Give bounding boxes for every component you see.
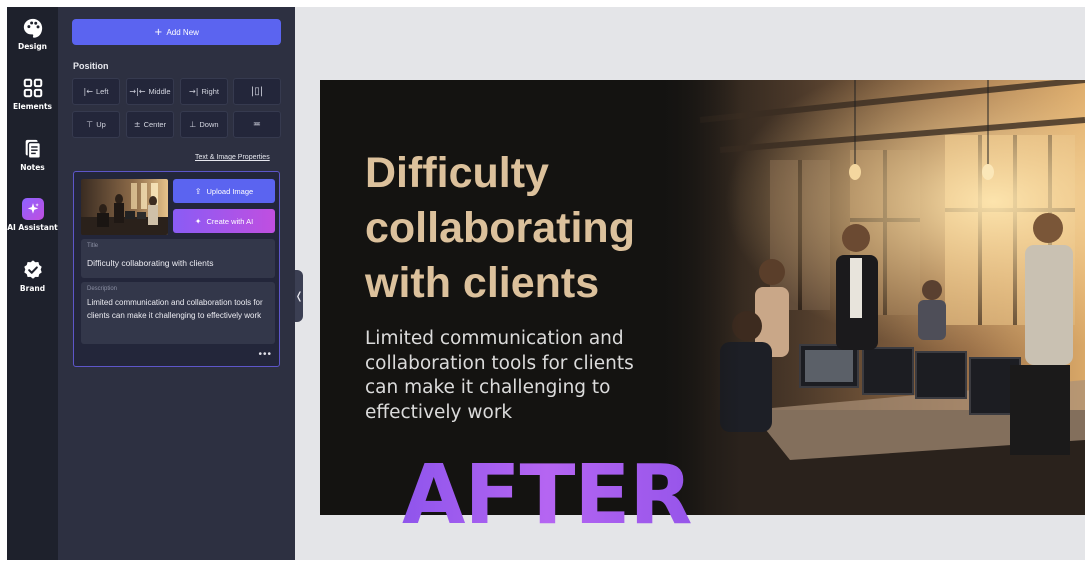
rail-item-design[interactable]: Design	[7, 17, 58, 51]
position-down-button[interactable]: ⊥ Down	[180, 111, 228, 138]
align-middle-icon: →|←	[129, 87, 146, 96]
distribute-horizontal-button[interactable]: |▯|	[233, 78, 281, 105]
position-middle-button[interactable]: →|← Middle	[126, 78, 174, 105]
rail-item-elements[interactable]: Elements	[7, 77, 58, 111]
title-field-label: Title	[87, 243, 99, 249]
rail-label-ai-assistant: AI Assistant	[7, 223, 58, 232]
grid-icon	[23, 78, 42, 98]
properties-panel: + Add New Position |← Left →|← Middle →|…	[58, 7, 295, 560]
position-up-button[interactable]: ⊤ Up	[72, 111, 120, 138]
align-top-icon: ⊤	[86, 120, 94, 129]
slide-title[interactable]: Difficulty collaborating with clients	[365, 146, 705, 311]
position-right-label: Right	[201, 87, 219, 96]
create-with-ai-label: Create with AI	[206, 216, 254, 226]
rail-label-notes: Notes	[20, 163, 45, 172]
align-left-icon: |←	[83, 87, 93, 96]
app-frame: Design Elements Notes AI Assistant Brand…	[7, 7, 1085, 560]
rail-label-brand: Brand	[19, 284, 46, 293]
distribute-horizontal-icon: |▯|	[250, 86, 264, 97]
notes-icon	[25, 139, 41, 159]
align-right-icon: →|	[189, 87, 199, 96]
align-center-icon: ±	[133, 120, 141, 129]
collapse-panel-handle[interactable]: ❬	[295, 270, 303, 322]
rail-item-ai-assistant[interactable]: AI Assistant	[7, 198, 58, 232]
upload-image-label: Upload Image	[206, 186, 254, 196]
title-field-value: Difficulty collaborating with clients	[87, 258, 214, 268]
rail-item-brand[interactable]: Brand	[7, 259, 58, 293]
palette-icon	[23, 18, 42, 38]
position-up-label: Up	[96, 120, 106, 129]
description-field-value: Limited communication and collaboration …	[87, 298, 263, 320]
icon-rail: Design Elements Notes AI Assistant Brand	[7, 7, 58, 560]
upload-icon: ⇪	[194, 186, 202, 196]
plus-icon: +	[154, 26, 163, 38]
add-new-label: Add New	[166, 27, 199, 37]
sparkle-small-icon: ✦	[194, 216, 202, 226]
text-image-properties-link[interactable]: Text & Image Properties	[195, 154, 270, 161]
slide-description[interactable]: Limited communication and collaboration …	[365, 327, 645, 425]
position-center-label: Center	[143, 120, 167, 129]
rail-label-elements: Elements	[12, 102, 53, 111]
distribute-vertical-button[interactable]: ≖	[233, 111, 281, 138]
distribute-vertical-icon: ≖	[252, 119, 262, 130]
slide-image-thumbnail[interactable]	[81, 179, 168, 235]
position-left-button[interactable]: |← Left	[72, 78, 120, 105]
position-middle-label: Middle	[148, 87, 171, 96]
description-field-label: Description	[87, 286, 118, 292]
sparkle-icon	[21, 198, 44, 220]
align-bottom-icon: ⊥	[189, 120, 197, 129]
more-options-button[interactable]: •••	[258, 349, 272, 360]
position-heading: Position	[73, 61, 109, 71]
create-with-ai-button[interactable]: ✦ Create with AI	[173, 209, 275, 233]
upload-image-button[interactable]: ⇪ Upload Image	[173, 179, 275, 203]
thumbnail-art	[81, 179, 168, 235]
position-down-label: Down	[199, 120, 219, 129]
description-field[interactable]: Description Limited communication and co…	[81, 282, 275, 344]
rail-label-design: Design	[17, 42, 48, 51]
position-right-button[interactable]: →| Right	[180, 78, 228, 105]
sparkle-glyph	[27, 203, 39, 214]
add-new-button[interactable]: + Add New	[72, 19, 281, 45]
title-field[interactable]: Title Difficulty collaborating with clie…	[81, 239, 275, 278]
rail-item-notes[interactable]: Notes	[7, 138, 58, 172]
after-overlay-text: AFTER	[402, 448, 693, 543]
slide-content-card: ⇪ Upload Image ✦ Create with AI Title Di…	[73, 171, 280, 367]
position-center-button[interactable]: ± Center	[126, 111, 174, 138]
position-left-label: Left	[95, 87, 109, 96]
badge-check-icon	[23, 260, 42, 279]
